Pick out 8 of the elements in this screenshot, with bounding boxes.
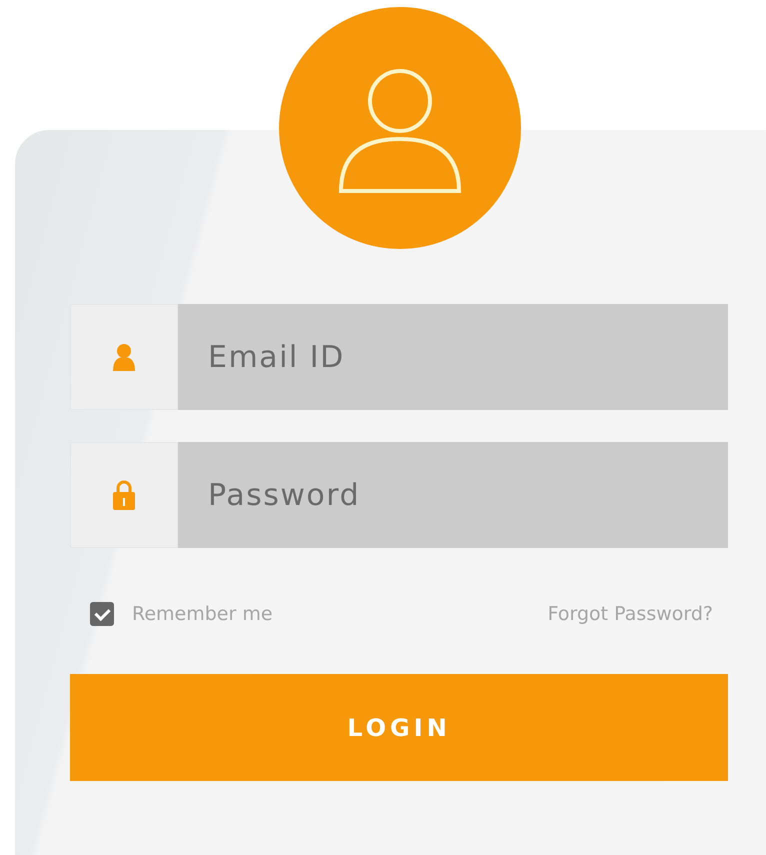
- forgot-password-link[interactable]: Forgot Password?: [548, 603, 713, 625]
- password-field[interactable]: Password: [178, 442, 728, 548]
- user-icon: [113, 343, 135, 371]
- login-button[interactable]: LOGIN: [70, 674, 728, 781]
- email-field[interactable]: Email ID: [178, 304, 728, 410]
- lock-icon: [113, 480, 135, 510]
- remember-label: Remember me: [132, 603, 273, 625]
- remember-checkbox[interactable]: [90, 602, 114, 626]
